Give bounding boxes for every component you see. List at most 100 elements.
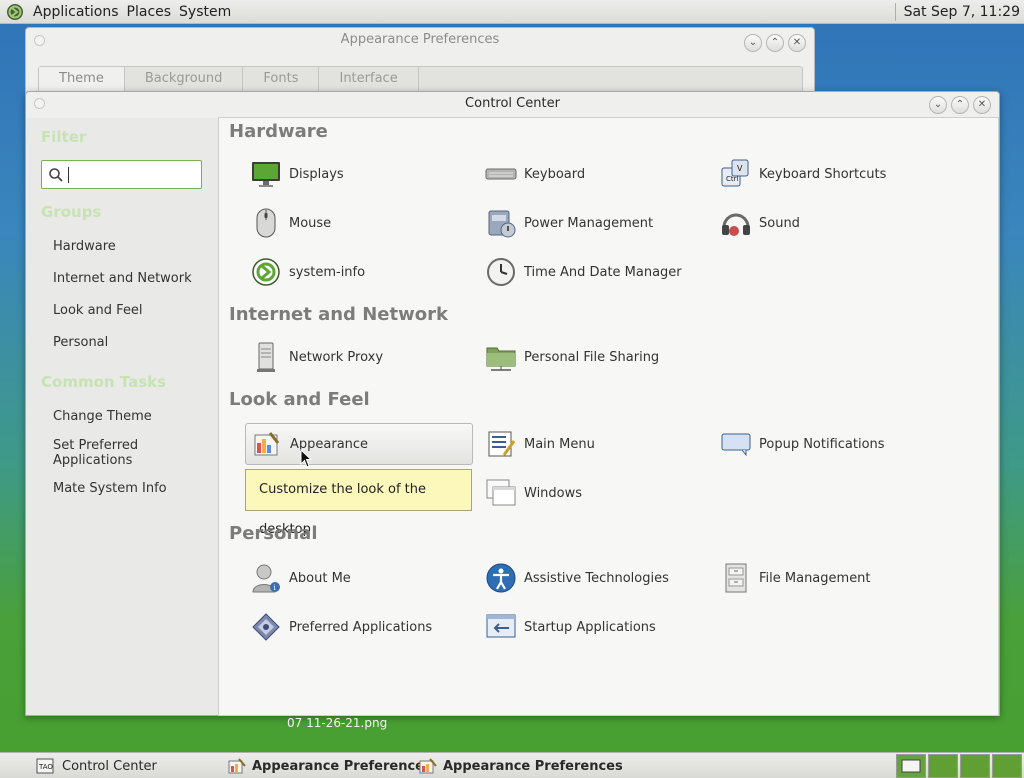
clock[interactable]: Sat Sep 7, 11:29: [904, 4, 1020, 20]
item-network-proxy[interactable]: Network Proxy: [245, 336, 473, 378]
text-caret: [68, 167, 69, 183]
item-label: Startup Applications: [524, 619, 656, 635]
tab-background[interactable]: Background: [125, 67, 244, 91]
workspace-2[interactable]: [928, 754, 958, 778]
category-title-internet-and-network: Internet and Network: [229, 304, 448, 325]
task-label: Appearance Preferences: [443, 758, 623, 774]
minimize-button[interactable]: ⌄: [744, 34, 762, 52]
common-tasks-heading: Common Tasks: [41, 373, 167, 391]
close-button[interactable]: ✕: [788, 34, 806, 52]
filter-heading: Filter: [41, 128, 87, 146]
item-keyboard[interactable]: Keyboard: [480, 153, 708, 195]
item-label: Preferred Applications: [289, 619, 433, 635]
item-mouse[interactable]: Mouse: [245, 202, 473, 244]
category-title-personal: Personal: [229, 523, 318, 544]
maximize-button[interactable]: ⌃: [766, 34, 784, 52]
folder-share-icon: [484, 340, 518, 374]
file-cabinet-icon: [719, 561, 753, 595]
sidebar-item-look-and-feel[interactable]: Look and Feel: [53, 303, 143, 318]
svg-text:TAO: TAO: [38, 763, 53, 771]
appearance-icon: [228, 758, 246, 774]
svg-text:Ctrl: Ctrl: [726, 175, 739, 183]
user-icon: i: [249, 561, 283, 595]
item-windows[interactable]: Windows: [480, 472, 708, 514]
item-label: Power Management: [524, 215, 654, 231]
show-desktop-icon[interactable]: TAO: [36, 758, 54, 774]
accessibility-icon: [484, 561, 518, 595]
item-displays[interactable]: Displays: [245, 153, 473, 195]
item-main-menu[interactable]: Main Menu: [480, 423, 708, 465]
sidebar-item-internet-and-network[interactable]: Internet and Network: [53, 271, 192, 286]
tab-theme[interactable]: Theme: [39, 67, 125, 91]
item-appearance[interactable]: Appearance: [245, 423, 473, 465]
item-label: Displays: [289, 166, 344, 182]
close-button[interactable]: ✕: [973, 96, 991, 114]
item-personal-file-sharing[interactable]: Personal File Sharing: [480, 336, 708, 378]
svg-text:V: V: [737, 164, 743, 173]
item-preferred-applications[interactable]: Preferred Applications: [245, 606, 473, 648]
menu-applications[interactable]: Applications: [29, 4, 123, 20]
windows-icon: [484, 476, 518, 510]
minimize-button[interactable]: ⌄: [929, 96, 947, 114]
menu-system[interactable]: System: [175, 4, 235, 20]
window-title: Control Center: [465, 96, 560, 111]
item-popup-notifications[interactable]: Popup Notifications: [715, 423, 943, 465]
mate-logo-icon[interactable]: [6, 3, 24, 21]
sidebar-item-hardware[interactable]: Hardware: [53, 239, 116, 254]
proxy-icon: [249, 340, 283, 374]
workspace-1[interactable]: [896, 754, 926, 778]
category-title-hardware: Hardware: [229, 121, 328, 142]
task-set-preferred-applications[interactable]: Set Preferred Applications: [53, 438, 173, 468]
keyboard-icon: [484, 157, 518, 191]
item-keyboard-shortcuts[interactable]: Ctrl V Keyboard Shortcuts: [715, 153, 943, 195]
main-panel: Hardware Displays Keyboard Ctrl V Keyboar…: [218, 117, 999, 716]
appearance-icon: [250, 427, 284, 461]
workspace-3[interactable]: [960, 754, 990, 778]
task-label: Appearance Preferences: [252, 758, 432, 774]
item-label: system-info: [289, 264, 366, 280]
window-title: Appearance Preferences: [340, 32, 500, 47]
tab-fonts[interactable]: Fonts: [243, 67, 320, 91]
taskbar-item-appearance-preferences-2[interactable]: Appearance Preferences: [419, 755, 623, 777]
mate-icon: [249, 255, 283, 289]
category-title-look-and-feel: Look and Feel: [229, 389, 370, 410]
item-system-info[interactable]: system-info: [245, 251, 473, 293]
top-panel: Applications Places System Sat Sep 7, 11…: [0, 0, 1024, 24]
item-time-and-date-manager[interactable]: Time And Date Manager: [480, 251, 708, 293]
item-sound[interactable]: Sound: [715, 202, 943, 244]
task-change-theme[interactable]: Change Theme: [53, 409, 152, 424]
item-label: Keyboard Shortcuts: [759, 166, 887, 182]
item-label: Network Proxy: [289, 349, 384, 365]
appearance-icon: [419, 758, 437, 774]
startup-icon: [484, 610, 518, 644]
workspace-4[interactable]: [992, 754, 1022, 778]
search-input[interactable]: [41, 160, 202, 189]
item-label: Keyboard: [524, 166, 586, 182]
item-startup-applications[interactable]: Startup Applications: [480, 606, 708, 648]
control-center-window[interactable]: Control Center ⌄ ⌃ ✕ Filter Groups Hardw…: [25, 91, 1000, 716]
taskbar-item-control-center[interactable]: Control Center: [62, 755, 157, 777]
tooltip: Customize the look of the desktop: [245, 469, 472, 537]
item-assistive-technologies[interactable]: Assistive Technologies: [480, 557, 708, 599]
task-mate-system-info[interactable]: Mate System Info: [53, 481, 167, 496]
item-power-management[interactable]: Power Management: [480, 202, 708, 244]
menu-places[interactable]: Places: [123, 4, 176, 20]
item-label: Mouse: [289, 215, 332, 231]
item-label: File Management: [759, 570, 871, 586]
sidebar-item-personal[interactable]: Personal: [53, 335, 108, 350]
mouse-pointer-icon: [300, 449, 312, 468]
item-label: Popup Notifications: [759, 436, 885, 452]
desktop-file-label[interactable]: 07 11-26-21.png: [287, 716, 387, 730]
item-label: About Me: [289, 570, 351, 586]
item-about-me[interactable]: i About Me: [245, 557, 473, 599]
item-file-management[interactable]: File Management: [715, 557, 943, 599]
clock-icon: [484, 255, 518, 289]
item-label: Personal File Sharing: [524, 349, 660, 365]
sidebar: Filter Groups Hardware Internet and Netw…: [26, 118, 219, 715]
item-label: Main Menu: [524, 436, 595, 452]
groups-heading: Groups: [41, 203, 102, 221]
taskbar-item-appearance-preferences[interactable]: Appearance Preferences: [228, 755, 432, 777]
maximize-button[interactable]: ⌃: [951, 96, 969, 114]
keyboard-shortcuts-icon: Ctrl V: [719, 157, 753, 191]
tab-interface[interactable]: Interface: [319, 67, 419, 91]
